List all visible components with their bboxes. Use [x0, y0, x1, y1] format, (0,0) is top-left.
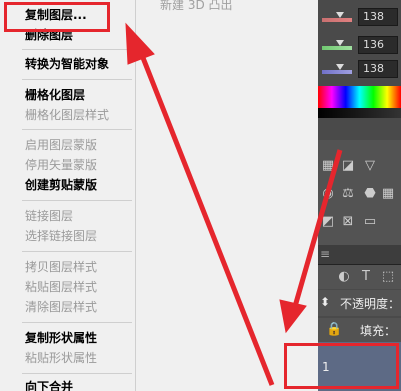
menu-item-paste-layer-style[interactable]: 粘贴图层样式 [0, 276, 134, 298]
menu-item-copy-layer-style[interactable]: 拷贝图层样式 [0, 256, 134, 278]
filter-adjustment-icon[interactable]: ◐ [336, 269, 352, 285]
menu-item-clear-layer-style[interactable]: 清除图层样式 [0, 296, 134, 318]
exposure-icon[interactable]: ◪ [340, 158, 356, 174]
menu-separator [22, 322, 132, 323]
menu-item-copy-shape-attributes[interactable]: 复制形状属性 [0, 327, 134, 349]
color-spectrum-bar[interactable] [318, 86, 401, 108]
menu-separator [22, 49, 132, 50]
hue-saturation-icon[interactable]: ◉ [320, 186, 336, 202]
opacity-label: 不透明度： [340, 297, 401, 311]
color-slider-r[interactable]: 138 [318, 4, 401, 28]
channel-mixer-icon[interactable]: ⬣ [362, 186, 378, 202]
menu-separator [22, 373, 132, 374]
layers-panel-tab-strip: ≡ [318, 245, 401, 265]
menu-separator [22, 200, 132, 201]
gradient-map-icon[interactable]: ▽ [362, 158, 378, 174]
menu-item-rasterize-layer[interactable]: 栅格化图层 [0, 84, 134, 106]
menu-item-disable-vector-mask[interactable]: 停用矢量蒙版 [0, 154, 134, 176]
slider-track [322, 46, 352, 50]
color-value-input-3[interactable]: 138 [358, 60, 398, 78]
color-slider-b[interactable]: 138 [318, 56, 401, 80]
fill-row: 🔒 填充： [318, 318, 401, 342]
annotation-box-menu [4, 2, 110, 32]
annotation-box-layer [284, 343, 399, 389]
fill-label: 填充： [360, 324, 397, 338]
menu-item-convert-to-smart-object[interactable]: 转换为智能对象 [0, 53, 134, 75]
color-value-input-1[interactable]: 138 [358, 8, 398, 26]
menu-separator [22, 129, 132, 130]
submenu-area: 新建 3D 凸出 [136, 0, 318, 391]
menu-item-merge-down[interactable]: 向下合并 [0, 376, 134, 391]
color-balance-icon[interactable]: ⚖ [340, 186, 356, 202]
menu-item-rasterize-layer-style[interactable]: 栅格化图层样式 [0, 104, 134, 126]
slider-knob[interactable] [336, 64, 344, 70]
lock-icon[interactable]: 🔒 [326, 322, 342, 338]
menu-item-paste-shape-attributes[interactable]: 粘贴形状属性 [0, 347, 134, 369]
menu-item-enable-layer-mask[interactable]: 启用图层蒙版 [0, 134, 134, 156]
color-value-input-2[interactable]: 136 [358, 36, 398, 54]
color-lookup-icon[interactable]: ▦ [380, 186, 396, 202]
new-3d-extrusion-item[interactable]: 新建 3D 凸出 [160, 0, 233, 13]
menu-item-create-clipping-mask[interactable]: 创建剪贴蒙版 [0, 174, 134, 196]
threshold-icon[interactable]: ⊠ [340, 214, 356, 230]
selective-color-icon[interactable]: ▭ [362, 214, 378, 230]
adjustments-icon-grid: ▦ ◪ ▽ ◉ ⚖ ⬣ ▦ ◩ ⊠ ▭ [318, 140, 401, 260]
slider-knob[interactable] [336, 12, 344, 18]
curves-icon[interactable]: ▦ [320, 158, 336, 174]
opacity-row: ⬍ 不透明度： [318, 290, 401, 316]
menu-item-link-layers[interactable]: 链接图层 [0, 205, 134, 227]
menu-item-select-linked-layers[interactable]: 选择链接图层 [0, 225, 134, 247]
menu-separator [22, 251, 132, 252]
layers-filter-toolbar: ◐ T ⬚ [318, 265, 401, 289]
photoshop-side-panel: 138 136 138 ▦ ◪ ▽ ◉ ⚖ ⬣ ▦ ◩ ⊠ ▭ ≡ ◐ T ⬚ … [318, 0, 401, 391]
invert-icon[interactable]: ◩ [320, 214, 336, 230]
slider-track [322, 18, 352, 22]
dropdown-chevron-icon[interactable]: ⬍ [320, 295, 330, 309]
panel-tab-fragment[interactable]: ≡ [320, 247, 330, 261]
slider-track [322, 70, 352, 74]
slider-knob[interactable] [336, 40, 344, 46]
filter-type-icon[interactable]: T [358, 269, 374, 285]
spectrum-shade-bar[interactable] [318, 108, 401, 118]
layer-context-menu: 复制图层... 删除图层 转换为智能对象 栅格化图层 栅格化图层样式 启用图层蒙… [0, 0, 136, 391]
menu-separator [22, 79, 132, 80]
filter-shape-icon[interactable]: ⬚ [380, 269, 396, 285]
color-slider-g[interactable]: 136 [318, 32, 401, 56]
